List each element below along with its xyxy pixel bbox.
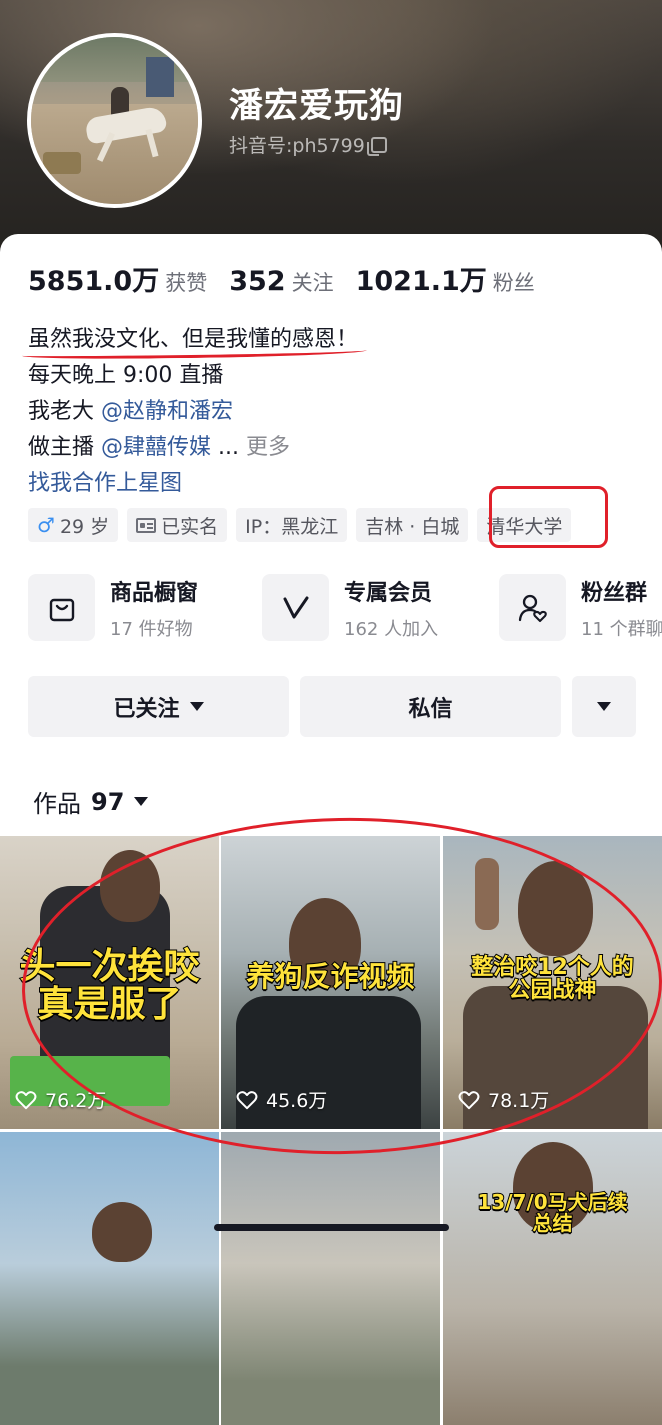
services-row: 商品橱窗 17 件好物 专属会员 162 人加入 粉丝群 11 个群聊	[28, 574, 662, 644]
stat-following[interactable]: 352 关注	[229, 266, 333, 297]
caption-line: 总结	[532, 1211, 574, 1235]
more-button[interactable]: 更多	[246, 435, 290, 460]
video-background	[0, 1132, 219, 1425]
service-title: 粉丝群	[581, 580, 648, 606]
stat-following-value: 352	[229, 266, 286, 297]
tag-ip: IP：黑龙江	[236, 508, 348, 542]
home-indicator[interactable]	[214, 1224, 449, 1231]
douyin-id: 抖音号:ph5799	[229, 135, 365, 157]
service-subtitle: 162 人加入	[344, 618, 439, 640]
video-thumbnail[interactable]	[221, 1132, 440, 1425]
avatar[interactable]	[27, 33, 202, 208]
works-count: 97	[91, 787, 125, 816]
video-person-head	[92, 1202, 152, 1262]
stat-followers[interactable]: 1021.1万 粉丝	[356, 259, 535, 298]
mention-link[interactable]: @肆囍传媒	[101, 435, 211, 460]
service-subtitle: 17 件好物	[110, 618, 193, 640]
followed-button[interactable]: 已关注	[28, 676, 289, 737]
more-options-button[interactable]	[572, 676, 636, 737]
avatar-hay-bale	[43, 152, 81, 174]
message-button-label: 私信	[408, 696, 453, 722]
stat-followers-value: 1021.1万	[355, 266, 487, 297]
caret-down-icon	[597, 702, 611, 711]
bio-text: 做主播	[28, 435, 101, 460]
douyin-id-row[interactable]: 抖音号:ph5799	[229, 131, 387, 158]
male-icon: ♂	[37, 513, 55, 537]
video-caption: 13/7/0马犬后续 总结	[443, 1190, 662, 1235]
bio-line: 每天晚上 9:00 直播	[28, 363, 224, 388]
bio-ellipsis: ...	[211, 435, 239, 460]
stat-following-label: 关注	[291, 271, 334, 295]
tag-age-text: 29 岁	[59, 515, 110, 538]
shopping-bag-icon	[28, 574, 95, 641]
caption-line: 13/7/0马犬后续	[476, 1190, 628, 1214]
stat-likes[interactable]: 5851.0万 获赞	[28, 259, 207, 298]
star-map-link[interactable]: 找我合作上星图	[28, 471, 182, 496]
mention-link[interactable]: @赵静和潘宏	[101, 399, 233, 424]
avatar-box	[146, 57, 174, 97]
video-background	[221, 1132, 440, 1425]
service-product-window[interactable]: 商品橱窗 17 件好物	[28, 574, 198, 641]
message-button[interactable]: 私信	[300, 676, 561, 737]
service-title: 专属会员	[344, 580, 433, 606]
video-thumbnail[interactable]	[0, 1132, 219, 1425]
tag-location: 吉林 · 白城	[356, 508, 469, 542]
member-v-icon	[262, 574, 329, 641]
heart-icon	[15, 1090, 37, 1109]
id-card-icon	[136, 517, 157, 533]
tag-verified: 已实名	[127, 508, 228, 542]
followed-button-label: 已关注	[113, 696, 180, 722]
stat-followers-label: 粉丝	[492, 271, 535, 295]
action-buttons: 已关注 私信	[28, 676, 636, 737]
service-subtitle: 11 个群聊	[581, 618, 662, 640]
caret-down-icon	[134, 797, 149, 806]
works-label: 作品	[33, 790, 81, 818]
service-fan-group[interactable]: 粉丝群 11 个群聊	[499, 574, 662, 641]
nickname: 潘宏爱玩狗	[229, 86, 404, 126]
stats-row: 5851.0万 获赞 352 关注 1021.1万 粉丝	[28, 259, 557, 298]
bio-line: 找我合作上星图	[28, 466, 358, 502]
fan-group-icon	[499, 574, 566, 641]
bio-line: 做主播 @肆囍传媒 ... 更多	[28, 430, 358, 466]
video-thumbnail[interactable]: 13/7/0马犬后续 总结	[443, 1132, 662, 1425]
stat-likes-label: 获赞	[165, 271, 208, 295]
caret-down-icon	[189, 702, 204, 711]
service-title: 商品橱窗	[110, 580, 199, 606]
tag-gender-age: ♂ 29 岁	[28, 508, 119, 542]
bio-text: 我老大	[28, 399, 101, 424]
stat-likes-value: 5851.0万	[28, 266, 160, 297]
tag-verified-text: 已实名	[161, 515, 219, 538]
copy-icon[interactable]	[366, 136, 387, 156]
red-box-annotation	[489, 486, 608, 548]
tab-works[interactable]: 作品 97	[33, 784, 149, 819]
service-membership[interactable]: 专属会员 162 人加入	[262, 574, 438, 641]
bio-line: 我老大 @赵静和潘宏	[28, 394, 358, 430]
